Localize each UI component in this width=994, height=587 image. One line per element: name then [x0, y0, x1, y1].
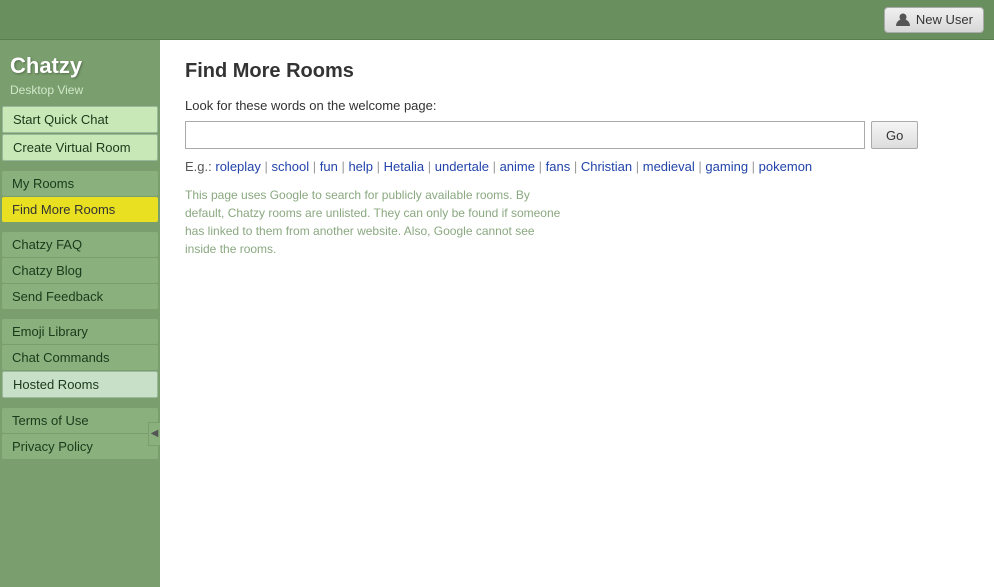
new-user-button[interactable]: New User: [884, 7, 984, 33]
sidebar: Chatzy Desktop View Start Quick Chat Cre…: [0, 40, 160, 587]
sidebar-item-hosted-rooms[interactable]: Hosted Rooms: [2, 371, 158, 398]
search-row: Go: [185, 121, 969, 149]
go-button[interactable]: Go: [871, 121, 918, 149]
example-gaming[interactable]: gaming: [705, 159, 748, 174]
sidebar-item-create-virtual-room[interactable]: Create Virtual Room: [2, 134, 158, 161]
example-school[interactable]: school: [272, 159, 310, 174]
examples-row: E.g.: roleplay | school | fun | help | H…: [185, 159, 969, 174]
user-icon: [895, 12, 911, 28]
example-fun[interactable]: fun: [320, 159, 338, 174]
sidebar-item-chatzy-blog[interactable]: Chatzy Blog: [2, 258, 158, 283]
sidebar-item-chatzy-faq[interactable]: Chatzy FAQ: [2, 232, 158, 257]
example-anime[interactable]: anime: [500, 159, 535, 174]
search-input[interactable]: [185, 121, 865, 149]
logo[interactable]: Chatzy: [0, 45, 160, 83]
sidebar-collapse-arrow[interactable]: ◀: [148, 422, 160, 446]
sidebar-item-privacy-policy[interactable]: Privacy Policy: [2, 434, 158, 459]
sidebar-item-find-more-rooms[interactable]: Find More Rooms: [2, 197, 158, 222]
sidebar-item-chat-commands[interactable]: Chat Commands: [2, 345, 158, 370]
layout: Chatzy Desktop View Start Quick Chat Cre…: [0, 40, 994, 587]
example-medieval[interactable]: medieval: [643, 159, 695, 174]
top-bar: New User: [0, 0, 994, 40]
sidebar-item-emoji-library[interactable]: Emoji Library: [2, 319, 158, 344]
sidebar-item-terms-of-use[interactable]: Terms of Use: [2, 408, 158, 433]
example-pokemon[interactable]: pokemon: [759, 159, 812, 174]
page-title: Find More Rooms: [185, 60, 969, 83]
example-fans[interactable]: fans: [546, 159, 571, 174]
sidebar-item-send-feedback[interactable]: Send Feedback: [2, 284, 158, 309]
example-christian[interactable]: Christian: [581, 159, 632, 174]
main-content: Find More Rooms Look for these words on …: [160, 40, 994, 587]
search-label: Look for these words on the welcome page…: [185, 98, 969, 113]
sidebar-item-my-rooms[interactable]: My Rooms: [2, 171, 158, 196]
example-undertale[interactable]: undertale: [435, 159, 489, 174]
desktop-view-label: Desktop View: [0, 83, 160, 105]
examples-label: E.g.:: [185, 159, 212, 174]
sidebar-item-start-quick-chat[interactable]: Start Quick Chat: [2, 106, 158, 133]
info-text: This page uses Google to search for publ…: [185, 186, 565, 258]
example-hetalia[interactable]: Hetalia: [384, 159, 424, 174]
new-user-label: New User: [916, 12, 973, 27]
example-roleplay[interactable]: roleplay: [215, 159, 261, 174]
example-help[interactable]: help: [348, 159, 373, 174]
